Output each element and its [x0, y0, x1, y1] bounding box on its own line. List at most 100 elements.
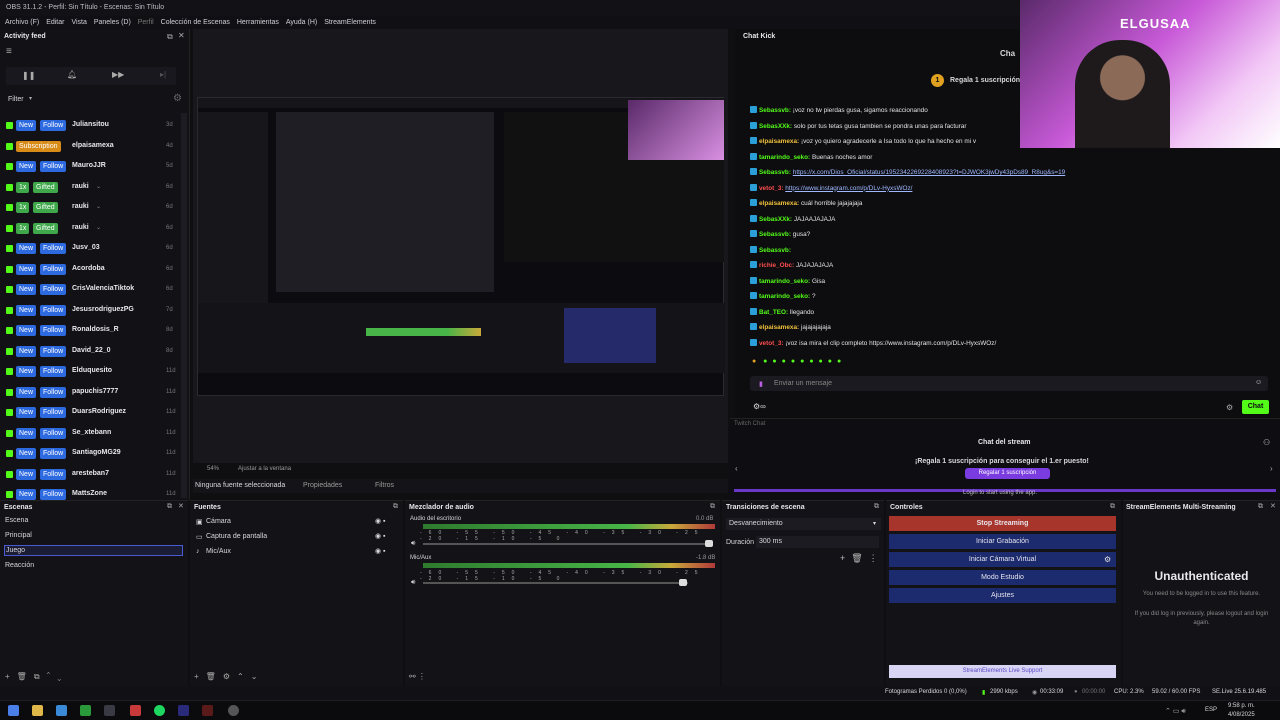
feed-row[interactable]: 1x Gifted rauki ⌄ 6d	[0, 178, 180, 198]
gear-icon[interactable]: ⚙	[1104, 555, 1111, 564]
chat-message[interactable]: Sebassvb: ¡voz no tw pierdas gusa, sigam…	[750, 106, 928, 118]
eye-icon[interactable]: ◉ ▪	[375, 532, 386, 540]
feed-row[interactable]: New Follow JesusrodriguezPG 7d	[0, 301, 180, 321]
chat-user[interactable]: SebasXXk:	[759, 123, 792, 130]
chat-user[interactable]: vetot_3:	[759, 340, 784, 347]
emoji-icon[interactable]: ☺	[1255, 379, 1262, 386]
close-icon[interactable]: ✕	[178, 31, 185, 40]
stop-streaming-button[interactable]: Stop Streaming	[889, 516, 1116, 531]
speaker-icon[interactable]: 🔊︎	[411, 540, 415, 548]
close-icon[interactable]: ✕	[178, 502, 184, 510]
feed-scrollbar[interactable]	[181, 113, 187, 498]
premiere-icon[interactable]	[178, 705, 189, 716]
feed-row[interactable]: 1x Gifted rauki ⌄ 6d	[0, 198, 180, 218]
menu-streamelements[interactable]: StreamElements	[324, 19, 376, 26]
chat-user[interactable]: tamarindo_seko:	[759, 154, 810, 161]
chat-user[interactable]: SebasXXk:	[759, 216, 792, 223]
chat-message[interactable]: richie_Obc: JAJAJAJAJA	[750, 261, 833, 273]
feed-row[interactable]: New Follow MauroJJR 5d	[0, 157, 180, 177]
chat-message[interactable]: SebasXXk: solo por tus tetas gusa tambie…	[750, 121, 966, 134]
obs-alt-icon[interactable]	[228, 705, 239, 716]
float-icon[interactable]: ⧉	[393, 503, 398, 511]
filters-button[interactable]: Filtros	[375, 482, 394, 489]
menu-archivo[interactable]: Archivo (F)	[5, 19, 39, 26]
menu-paneles[interactable]: Paneles (D)	[94, 19, 131, 26]
chat-send-button[interactable]: Chat	[1242, 400, 1269, 414]
chevron-left-icon[interactable]: ‹	[735, 464, 738, 473]
chat-input[interactable]: ▮ Enviar un mensaje ☺	[750, 376, 1268, 391]
volume-slider-handle[interactable]	[679, 579, 687, 586]
close-icon[interactable]: ✕	[1270, 502, 1276, 510]
spotify-icon[interactable]	[154, 705, 165, 716]
feed-row[interactable]: New Follow SantiagoMG29 11d	[0, 444, 180, 464]
feed-row[interactable]: New Follow DuarsRodriguez 11d	[0, 403, 180, 423]
studio-mode-button[interactable]: Modo Estudio	[889, 570, 1116, 585]
chat-user[interactable]: elpaisamexa:	[759, 324, 799, 331]
float-icon[interactable]: ⧉	[710, 503, 715, 511]
feed-row[interactable]: New Follow Ronaldosis_R 8d	[0, 321, 180, 341]
chevron-down-icon[interactable]: ⌄	[96, 183, 101, 190]
feed-row[interactable]: New Follow aresteban7 11d	[0, 465, 180, 485]
language[interactable]: ESP	[1205, 707, 1217, 713]
volume-slider-handle[interactable]	[705, 540, 713, 547]
transition-toolbar[interactable]: +🗑︎⋮	[840, 553, 884, 564]
chat-message[interactable]: Bat_TEO: llegando	[750, 307, 814, 320]
menu-vista[interactable]: Vista	[71, 19, 86, 26]
float-icon[interactable]: ⧉	[167, 32, 173, 42]
mixer-link-icon[interactable]: ⚯ ⋮	[409, 672, 426, 681]
chat-message[interactable]: elpaisamexa: jajajajajaja	[750, 323, 831, 335]
support-button[interactable]: StreamElements Live Support	[889, 665, 1116, 678]
filter-label[interactable]: Filter	[8, 96, 24, 103]
gift-sub-button[interactable]: Regalar 1 suscripción	[965, 468, 1050, 479]
float-icon[interactable]: ⧉	[1110, 503, 1115, 511]
source-toolbar[interactable]: +🗑︎⚙⌃⌄	[194, 672, 264, 681]
eye-icon[interactable]: ◉ ▪	[375, 517, 386, 525]
float-icon[interactable]: ⧉	[167, 503, 172, 511]
chat-user[interactable]: Sebassvb:	[759, 231, 791, 238]
chevron-down-icon[interactable]: ⌄	[96, 203, 101, 210]
emote-icons[interactable]: ●●●●●●●●●	[756, 358, 846, 365]
chat-message[interactable]: elpaisamexa: ¡voz yo quiero agradecerle …	[750, 137, 976, 149]
chat-message[interactable]: vetot_3: https://www.instagram.com/p/DLv…	[750, 183, 912, 196]
chat-text[interactable]: https://www.instagram.com/p/DLv-HyxsWOz/	[785, 185, 912, 192]
volume-slider[interactable]	[423, 543, 713, 545]
menu-coleccion[interactable]: Colección de Escenas	[161, 19, 230, 26]
duration-input[interactable]: 300 ms	[756, 536, 879, 548]
chat-user[interactable]: Sebassvb:	[759, 169, 791, 176]
chat-message[interactable]: elpaisamexa: cuál horrible jajajajaja	[750, 199, 862, 211]
float-icon[interactable]: ⧉	[874, 503, 879, 511]
skip-icon[interactable]: ▶▶	[112, 70, 124, 79]
emote-row[interactable]: ● ●●●●●●●●●	[752, 358, 892, 368]
properties-button[interactable]: Propiedades	[303, 482, 342, 489]
transition-select[interactable]: Desvanecimiento ▾	[726, 518, 881, 530]
gear-icon[interactable]: ⚙	[173, 93, 182, 104]
fit-label[interactable]: Ajustar a la ventana	[238, 466, 291, 472]
gift-banner[interactable]: Regala 1 suscripción	[950, 77, 1020, 84]
bell-icon[interactable]: 🔔︎	[67, 70, 77, 79]
feed-row[interactable]: New Follow papuchis7777 11d	[0, 383, 180, 403]
feed-row[interactable]: New Follow CrisValenciaTiktok 6d	[0, 280, 180, 300]
chat-user[interactable]: vetot_3:	[759, 185, 784, 192]
scene-item[interactable]: Reacción	[5, 562, 34, 569]
chat-message[interactable]: SebasXXk: JAJAAJAJAJA	[750, 214, 835, 227]
skip-end-icon[interactable]: ▸|	[160, 70, 166, 79]
obs-icon[interactable]	[202, 705, 213, 716]
source-item[interactable]: Mic/Aux	[206, 548, 231, 555]
scene-toolbar[interactable]: +🗑︎⧉⌃⌄	[5, 672, 68, 682]
pause-icon[interactable]: ❚❚	[22, 71, 35, 80]
feed-row[interactable]: New Follow Elduquesito 11d	[0, 362, 180, 382]
volume-slider[interactable]	[423, 582, 688, 584]
source-item[interactable]: Captura de pantalla	[206, 533, 267, 540]
hamburger-menu-icon[interactable]: ≡	[6, 46, 12, 57]
chat-message[interactable]: tamarindo_seko: Gisa	[750, 276, 825, 289]
chat-user[interactable]: Sebassvb:	[759, 247, 791, 254]
start-recording-button[interactable]: Iniciar Grabación	[889, 534, 1116, 549]
chat-text[interactable]: https://x.com/Dios_Oficial/status/195234…	[793, 169, 1065, 176]
folder-icon[interactable]	[32, 705, 43, 716]
feed-row[interactable]: New Follow Jusv_03 6d	[0, 239, 180, 259]
app-icon[interactable]	[104, 705, 115, 716]
chat-user[interactable]: elpaisamexa:	[759, 200, 799, 207]
chat-message[interactable]: tamarindo_seko: Buenas noches amor	[750, 152, 872, 165]
settings-link-icon[interactable]: ⚙∞	[753, 402, 766, 411]
chevron-right-icon[interactable]: ›	[1270, 464, 1273, 473]
